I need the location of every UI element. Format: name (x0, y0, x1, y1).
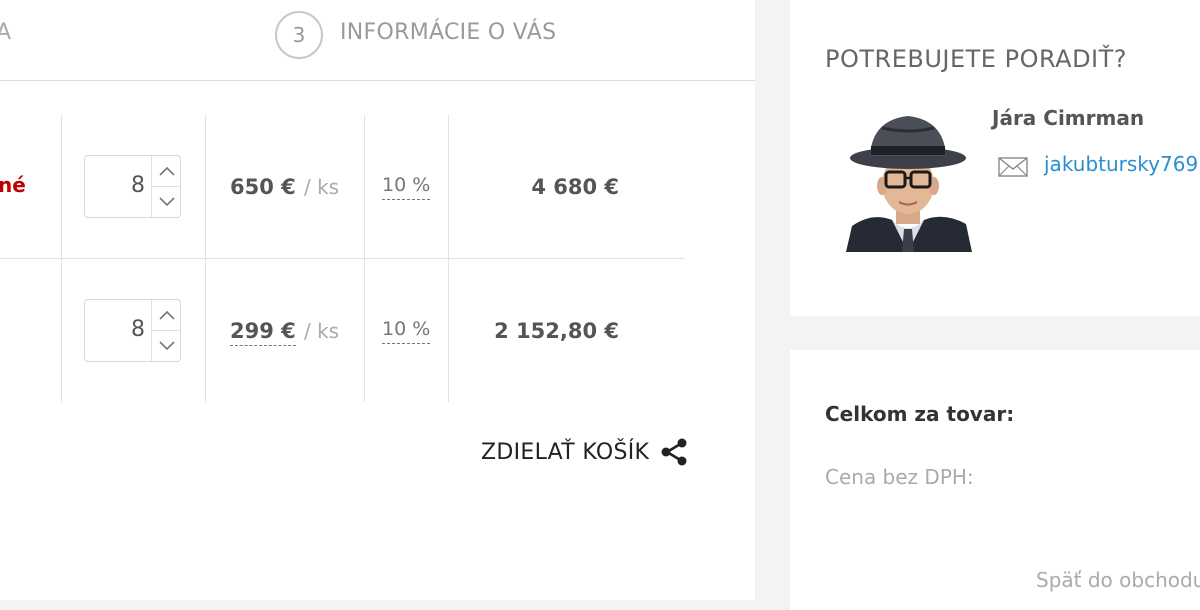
column-divider (205, 259, 206, 402)
back-to-shop-link[interactable]: Späť do obchodu (1036, 568, 1200, 592)
quantity-input[interactable]: 8 (85, 317, 145, 342)
column-divider (364, 115, 365, 258)
step-number-badge[interactable]: 3 (275, 11, 323, 59)
summary-title: Celkom za tovar: (825, 402, 1015, 426)
unit-price: 650 € (230, 175, 296, 199)
column-divider (61, 115, 62, 258)
share-cart-label: ZDIELAŤ KOŠÍK (481, 439, 650, 465)
line-total: 2 152,80 € (494, 319, 619, 343)
checkout-steps: A 3 INFORMÁCIE O VÁS (0, 0, 755, 81)
cart-panel: A 3 INFORMÁCIE O VÁS né 8 650 € / ks 10 … (0, 0, 755, 600)
unit-label: / ks (304, 319, 340, 343)
unit-price[interactable]: 299 € (230, 319, 296, 346)
step-previous-label[interactable]: A (0, 20, 12, 45)
column-divider (448, 259, 449, 402)
quantity-increase-button[interactable] (152, 156, 181, 187)
envelope-icon (998, 157, 1028, 177)
column-divider (61, 259, 62, 402)
column-divider (205, 115, 206, 258)
advice-title: POTREBUJETE PORADIŤ? (825, 45, 1128, 73)
chevron-down-icon (158, 341, 175, 351)
chevron-down-icon (158, 197, 175, 207)
order-summary-card: Celkom za tovar: Cena bez DPH: Späť do o… (790, 350, 1200, 610)
unit-label: / ks (304, 175, 340, 199)
step-current-label[interactable]: INFORMÁCIE O VÁS (340, 20, 556, 45)
advice-card: POTREBUJETE PORADIŤ? Jára Cimrman jakubt… (790, 0, 1200, 316)
quantity-increase-button[interactable] (152, 300, 181, 331)
cart-item-row: 8 299 € / ks 10 % 2 152,80 € (0, 259, 685, 402)
net-price-label: Cena bez DPH: (825, 465, 974, 489)
quantity-input[interactable]: 8 (85, 173, 145, 198)
quantity-stepper[interactable]: 8 (84, 299, 181, 362)
contact-email-link[interactable]: jakubtursky769 (1044, 152, 1198, 176)
discount-value[interactable]: 10 % (382, 318, 431, 344)
chevron-up-icon (158, 166, 175, 176)
column-divider (448, 115, 449, 258)
product-name[interactable]: né (0, 173, 26, 197)
share-cart-button[interactable]: ZDIELAŤ KOŠÍK (481, 437, 689, 467)
chevron-up-icon (158, 310, 175, 320)
line-total: 4 680 € (531, 175, 619, 199)
discount-value[interactable]: 10 % (382, 174, 431, 200)
contact-avatar (842, 108, 974, 252)
share-icon (661, 438, 687, 466)
column-divider (364, 259, 365, 402)
quantity-stepper[interactable]: 8 (84, 155, 181, 218)
contact-name: Jára Cimrman (992, 106, 1145, 130)
quantity-decrease-button[interactable] (152, 331, 181, 361)
cart-item-row: né 8 650 € / ks 10 % 4 680 € (0, 115, 685, 259)
quantity-decrease-button[interactable] (152, 187, 181, 217)
